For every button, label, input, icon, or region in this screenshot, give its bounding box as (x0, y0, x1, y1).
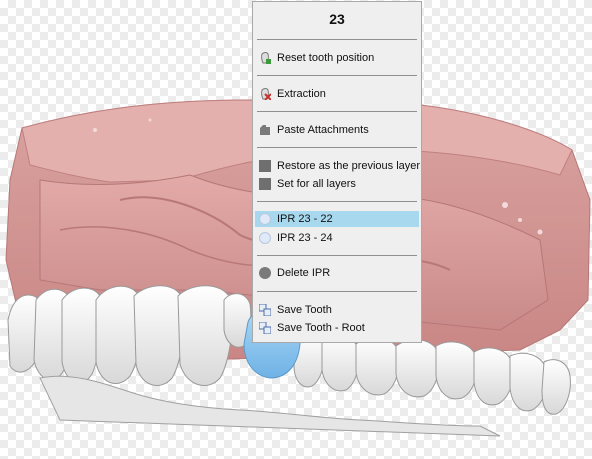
menu-item-label: IPR 23 - 24 (277, 232, 333, 244)
menu-separator (257, 147, 417, 148)
menu-item-label: Delete IPR (277, 267, 331, 279)
menu-item-label: Save Tooth - Root (277, 322, 365, 334)
menu-item-label: Restore as the previous layer (277, 160, 421, 172)
menu-item-label: Save Tooth (277, 304, 332, 316)
menu-item-label: IPR 23 - 22 (277, 213, 333, 225)
menu-separator (257, 39, 417, 40)
menu-separator (257, 255, 417, 256)
menu-item-extraction[interactable]: Extraction (255, 86, 419, 102)
menu-item-paste-attachments[interactable]: Paste Attachments (255, 122, 419, 138)
menu-item-save-tooth[interactable]: Save Tooth (255, 302, 419, 318)
menu-item-restore-previous-layer[interactable]: Restore as the previous layer (255, 158, 421, 174)
menu-separator (257, 75, 417, 76)
menu-separator (257, 201, 417, 202)
menu-separator (257, 111, 417, 112)
menu-item-label: Paste Attachments (277, 124, 369, 136)
reset-tooth-icon (261, 52, 271, 64)
tooth-context-menu: 23 Reset tooth position Extraction Paste… (252, 1, 422, 343)
menu-item-delete-ipr[interactable]: Delete IPR (255, 265, 419, 281)
menu-item-ipr-23-22[interactable]: IPR 23 - 22 (255, 211, 419, 227)
restore-layer-icon (259, 160, 271, 172)
delete-ipr-icon (259, 267, 271, 279)
ipr-icon (259, 232, 271, 244)
menu-item-label: Set for all layers (277, 178, 356, 190)
menu-item-set-for-all-layers[interactable]: Set for all layers (255, 176, 419, 192)
save-tooth-root-icon (259, 322, 271, 334)
save-tooth-icon (259, 304, 271, 316)
menu-item-label: Reset tooth position (277, 52, 375, 64)
menu-item-ipr-23-24[interactable]: IPR 23 - 24 (255, 230, 419, 246)
ipr-icon (259, 213, 271, 225)
menu-item-reset-tooth-position[interactable]: Reset tooth position (255, 50, 419, 66)
set-all-layers-icon (259, 178, 271, 190)
menu-title: 23 (329, 11, 345, 27)
menu-separator (257, 291, 417, 292)
menu-item-label: Extraction (277, 88, 326, 100)
paste-attachments-icon (260, 125, 270, 135)
extraction-icon (261, 88, 271, 100)
menu-item-save-tooth-root[interactable]: Save Tooth - Root (255, 320, 419, 336)
